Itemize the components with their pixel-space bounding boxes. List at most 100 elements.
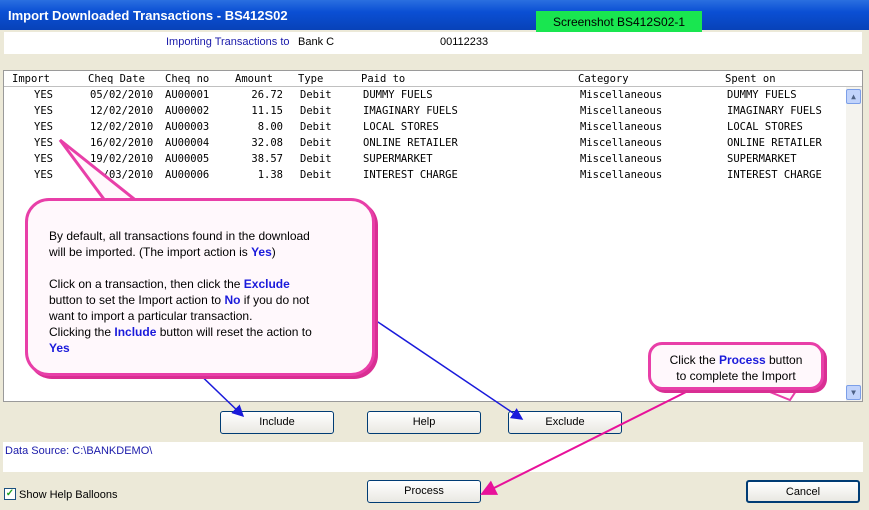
cell-cheq: AU00001 <box>165 89 210 101</box>
col-header-category[interactable]: Category <box>578 73 629 85</box>
cell-import: YES <box>34 169 53 181</box>
cell-type: Debit <box>300 169 332 181</box>
cell-paid-to: INTEREST CHARGE <box>363 169 458 181</box>
table-row[interactable]: YES 05/02/2010 AU00001 26.72 Debit DUMMY FUEL… <box>4 89 844 105</box>
cell-date: 19/02/2010 <box>90 153 154 165</box>
table-row[interactable]: YES 12/02/2010 AU00003 8.00 Debit LOCAL STORE… <box>4 121 844 137</box>
cell-category: Miscellaneous <box>580 89 663 101</box>
col-header-type[interactable]: Type <box>298 73 323 85</box>
balloon-main-line2: will be imported. (The import action is … <box>49 245 276 259</box>
checkmark-icon: ✓ <box>5 488 15 499</box>
scroll-up-button[interactable]: ▲ <box>846 89 861 104</box>
cell-amount: 38.57 <box>251 153 283 165</box>
exclude-button[interactable]: Exclude <box>508 411 622 434</box>
keyword-no: No <box>224 293 241 307</box>
keyword-include: Include <box>114 325 157 339</box>
table-row[interactable]: YES 19/02/2010 AU00005 38.57 Debit SUPERMARKE… <box>4 153 844 169</box>
cell-type: Debit <box>300 137 332 149</box>
col-header-paid-to[interactable]: Paid to <box>361 73 405 85</box>
cell-paid-to: LOCAL STORES <box>363 121 439 133</box>
cell-cheq: AU00002 <box>165 105 210 117</box>
cell-cheq: AU00005 <box>165 153 210 165</box>
cell-date: 05/02/2010 <box>90 89 154 101</box>
cell-type: Debit <box>300 89 332 101</box>
table-row[interactable]: YES 12/02/2010 AU00002 11.15 Debit IMAGINARY … <box>4 105 844 121</box>
show-help-balloons-checkbox[interactable]: ✓ <box>4 488 16 500</box>
cell-cheq: AU00004 <box>165 137 210 149</box>
cell-import: YES <box>34 121 53 133</box>
help-balloon-main-text: By default, all transactions found in th… <box>49 228 369 356</box>
balloon-main-line1: By default, all transactions found in th… <box>49 229 310 243</box>
process-button[interactable]: Process <box>367 480 481 503</box>
cell-category: Miscellaneous <box>580 105 663 117</box>
cell-cheq: AU00003 <box>165 121 210 133</box>
cell-type: Debit <box>300 105 332 117</box>
import-target-account: 00112233 <box>440 36 489 48</box>
balloon-main-line4: button to set the Import action to No if… <box>49 293 310 307</box>
include-button[interactable]: Include <box>220 411 334 434</box>
cell-spent-on: ONLINE RETAILER <box>727 137 822 149</box>
grid-header: Import Cheq Date Cheq no Amount Type Pai… <box>4 71 862 87</box>
cell-paid-to: ONLINE RETAILER <box>363 137 458 149</box>
cell-paid-to: SUPERMARKET <box>363 153 433 165</box>
balloon-main-line3: Click on a transaction, then click the E… <box>49 277 290 291</box>
cell-paid-to: IMAGINARY FUELS <box>363 105 458 117</box>
window-title: Import Downloaded Transactions - BS412S0… <box>8 8 288 23</box>
vertical-scrollbar[interactable]: ▲ ▼ <box>846 87 862 401</box>
cell-date: 12/02/2010 <box>90 121 154 133</box>
cell-date: 0_/03/2010 <box>90 169 154 181</box>
cell-import: YES <box>34 89 53 101</box>
cell-spent-on: IMAGINARY FUELS <box>727 105 822 117</box>
help-button[interactable]: Help <box>367 411 481 434</box>
balloon-process-line2: to complete the Import <box>676 369 796 383</box>
cell-amount: 11.15 <box>251 105 283 117</box>
cell-amount: 32.08 <box>251 137 283 149</box>
import-target-panel <box>4 32 862 54</box>
cell-cheq: AU00006 <box>165 169 210 181</box>
cell-spent-on: LOCAL STORES <box>727 121 803 133</box>
cell-date: 16/02/2010 <box>90 137 154 149</box>
cell-type: Debit <box>300 121 332 133</box>
cell-date: 12/02/2010 <box>90 105 154 117</box>
keyword-yes: Yes <box>251 245 272 259</box>
col-header-import[interactable]: Import <box>12 73 50 85</box>
cell-category: Miscellaneous <box>580 137 663 149</box>
col-header-amount[interactable]: Amount <box>235 73 273 85</box>
show-help-balloons-label: Show Help Balloons <box>19 489 118 501</box>
cell-type: Debit <box>300 153 332 165</box>
cell-import: YES <box>34 153 53 165</box>
cell-import: YES <box>34 137 53 149</box>
cell-amount: 26.72 <box>251 89 283 101</box>
table-row[interactable]: YES 16/02/2010 AU00004 32.08 Debit ONLINE RET… <box>4 137 844 153</box>
col-header-cheq-date[interactable]: Cheq Date <box>88 73 145 85</box>
cell-spent-on: INTEREST CHARGE <box>727 169 822 181</box>
cell-category: Miscellaneous <box>580 169 663 181</box>
balloon-main-line6: Clicking the Include button will reset t… <box>49 325 312 339</box>
keyword-process: Process <box>718 353 766 367</box>
chevron-down-icon: ▼ <box>851 388 856 397</box>
chevron-up-icon: ▲ <box>851 92 856 101</box>
col-header-cheq-no[interactable]: Cheq no <box>165 73 209 85</box>
table-row[interactable]: YES 0_/03/2010 AU00006 1.38 Debit INTEREST CH… <box>4 169 844 185</box>
cell-category: Miscellaneous <box>580 153 663 165</box>
screenshot-label: Screenshot BS412S02-1 <box>536 11 702 33</box>
data-source-text: Data Source: C:\BANKDEMO\ <box>5 445 153 457</box>
cell-paid-to: DUMMY FUELS <box>363 89 433 101</box>
keyword-yes-reset: Yes <box>49 341 70 355</box>
import-target-bank: Bank C <box>298 36 335 48</box>
cell-spent-on: SUPERMARKET <box>727 153 797 165</box>
keyword-exclude: Exclude <box>243 277 290 291</box>
help-balloon-process: Click the Process button to complete the… <box>648 342 824 390</box>
cell-category: Miscellaneous <box>580 121 663 133</box>
cell-import: YES <box>34 105 53 117</box>
data-source-panel: Data Source: C:\BANKDEMO\ <box>3 442 863 472</box>
cancel-button[interactable]: Cancel <box>746 480 860 503</box>
balloon-main-line5: want to import a particular transaction. <box>49 309 253 323</box>
scroll-down-button[interactable]: ▼ <box>846 385 861 400</box>
cell-spent-on: DUMMY FUELS <box>727 89 797 101</box>
help-balloon-main: By default, all transactions found in th… <box>25 198 375 376</box>
help-balloon-process-text: Click the Process button to complete the… <box>651 352 821 384</box>
col-header-spent-on[interactable]: Spent on <box>725 73 776 85</box>
title-bar: Import Downloaded Transactions - BS412S0… <box>0 0 869 30</box>
balloon-process-line1: Click the Process button <box>669 353 803 367</box>
